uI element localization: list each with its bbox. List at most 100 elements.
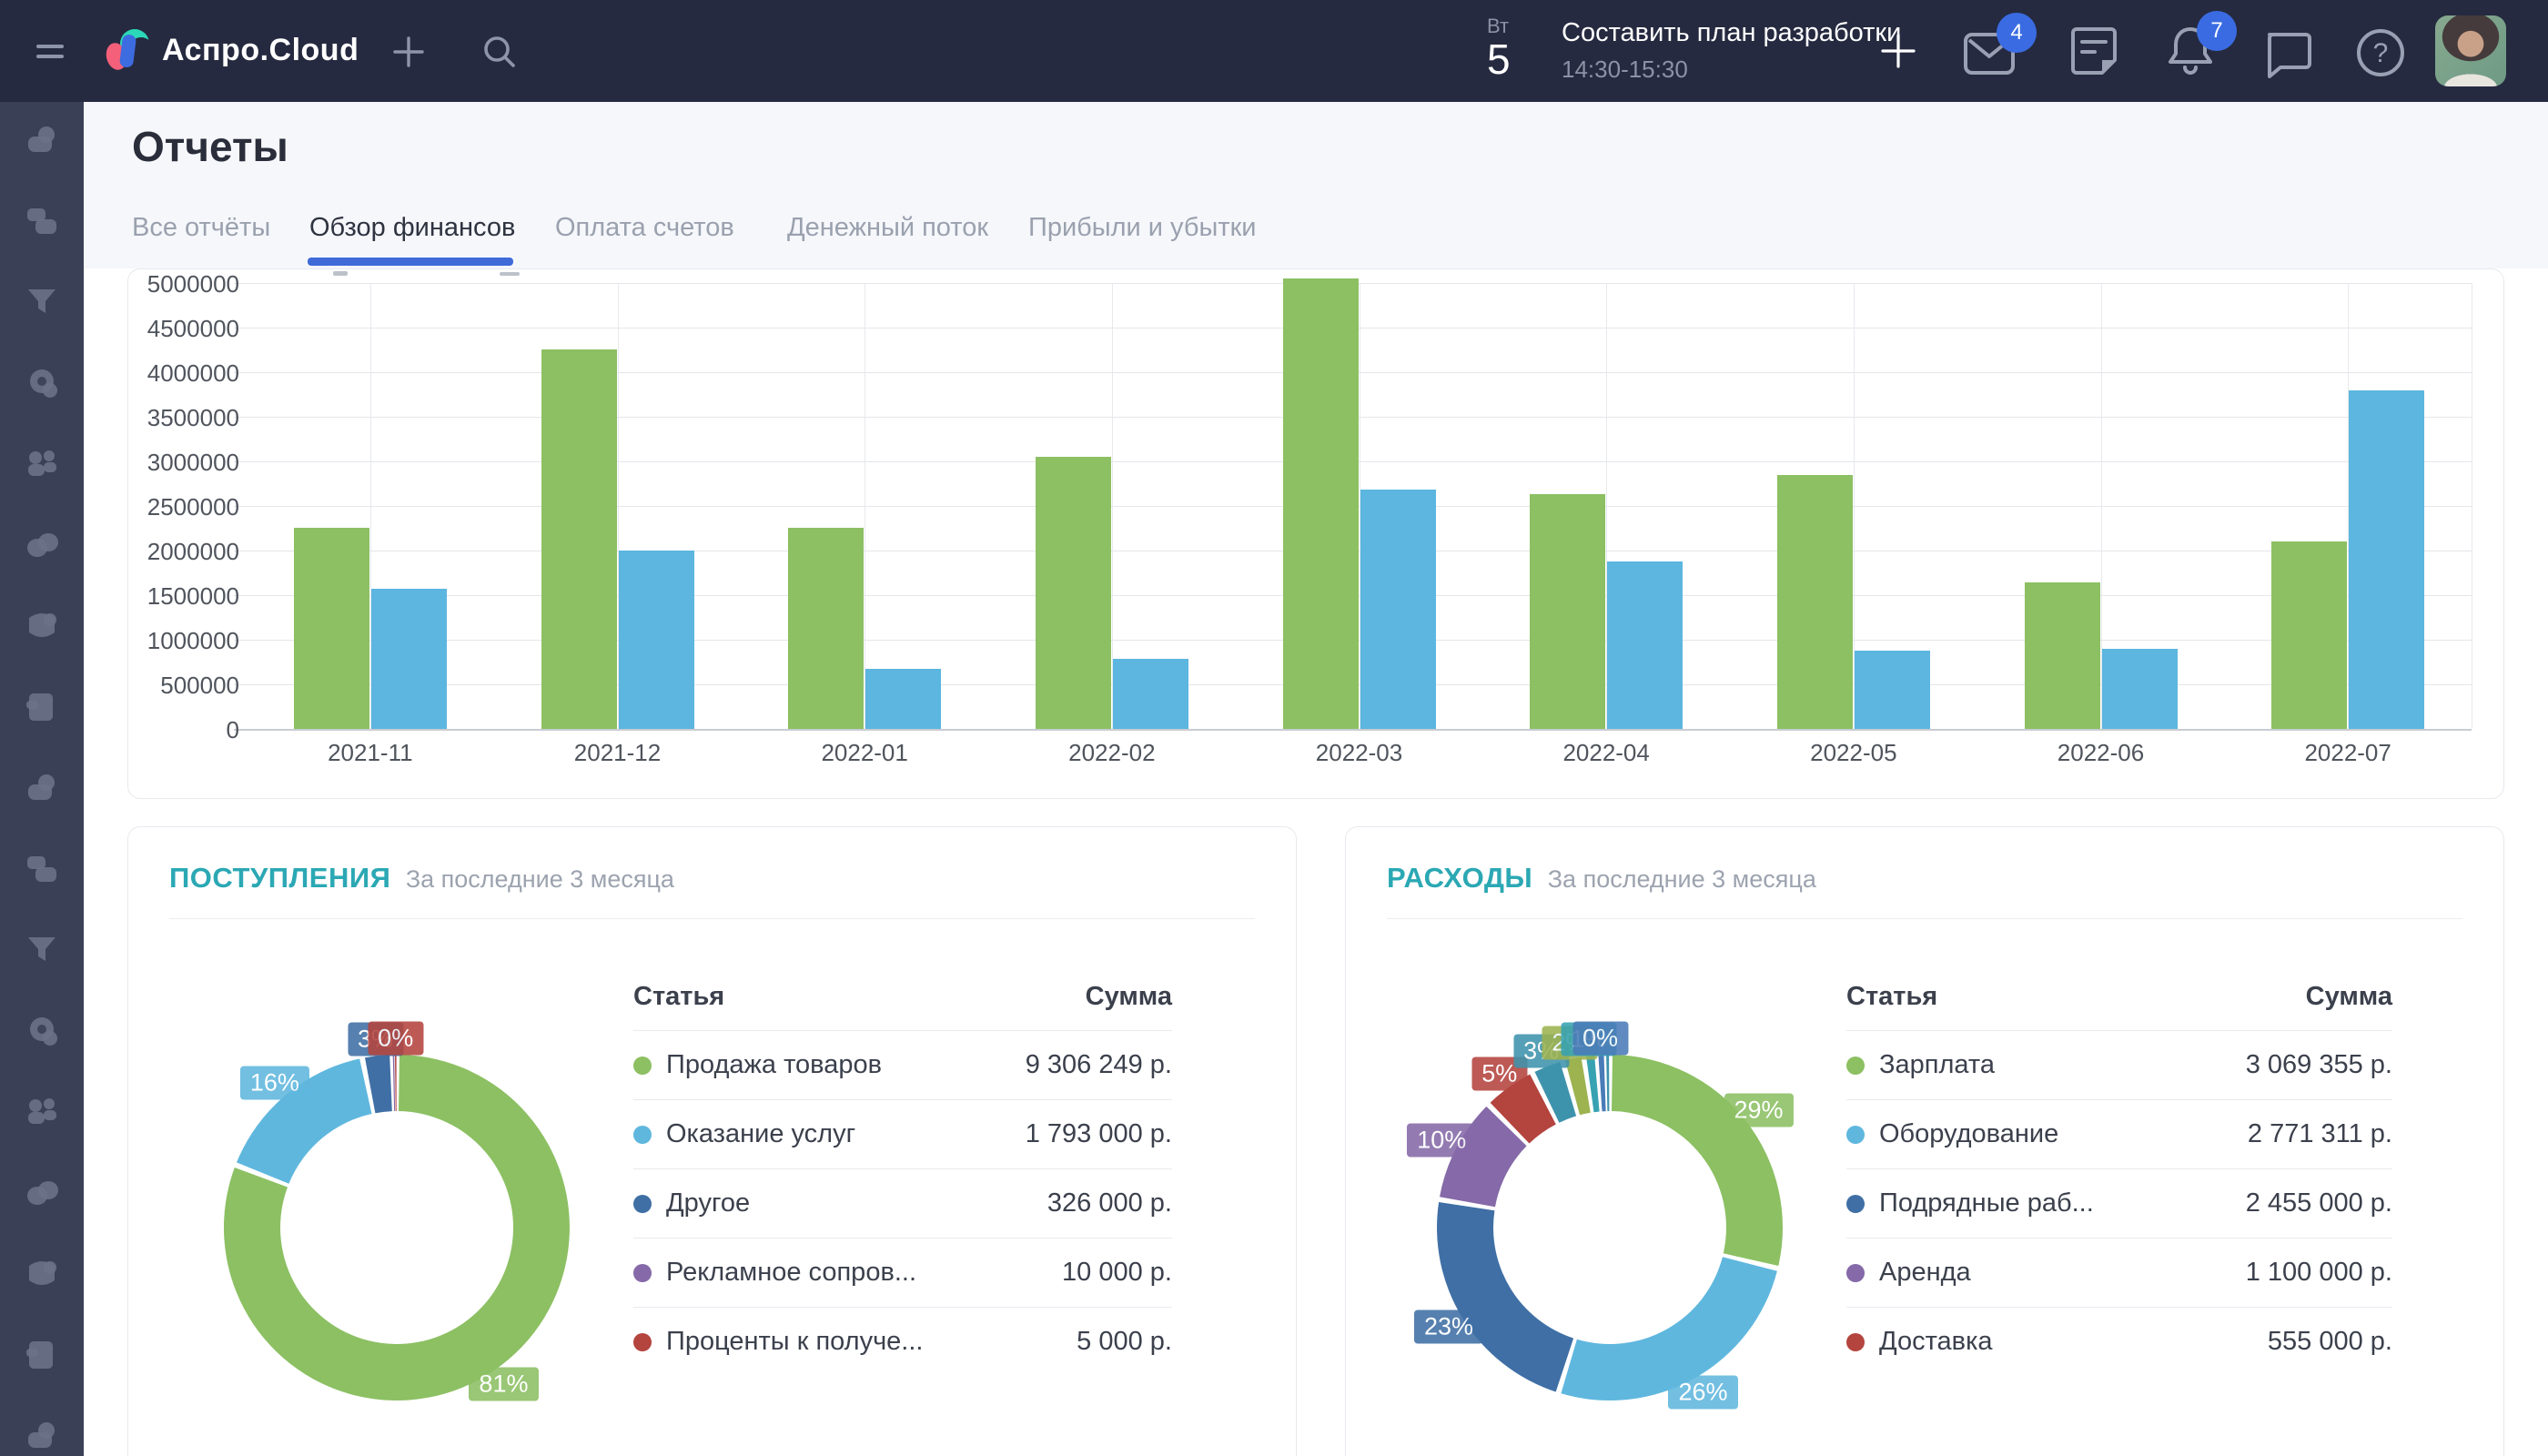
create-icon[interactable] [391, 35, 426, 74]
tab-finance-overview[interactable]: Обзор финансов [309, 213, 515, 243]
search-icon[interactable] [480, 33, 519, 76]
brand-name[interactable]: Аспро.Cloud [162, 33, 359, 68]
add-event-icon[interactable] [1878, 31, 1918, 76]
receipts-donut-chart: 81%16%3%0% [197, 1027, 597, 1428]
bar-green-2021-11 [294, 528, 369, 729]
donut-slice-4[interactable] [395, 1055, 397, 1111]
receipts-card: ПОСТУПЛЕНИЯ За последние 3 месяца 81% 16%… [127, 826, 1297, 1456]
bar-blue-2022-02 [1113, 659, 1188, 729]
active-tab-underline [308, 258, 513, 266]
help-icon[interactable]: ? [2355, 27, 2406, 83]
donut-slice-0[interactable] [1612, 1055, 1783, 1266]
legend-dot-icon [633, 1126, 652, 1144]
divider [169, 918, 1255, 919]
tab-invoice-payment[interactable]: Оплата счетов [555, 213, 734, 243]
sidebar-icon-16[interactable] [22, 1336, 62, 1376]
sidebar-icon-3[interactable] [22, 283, 62, 323]
sidebar-icon-4[interactable] [22, 364, 62, 404]
legend-dot-icon [633, 1195, 652, 1213]
bar-blue-2022-07 [2349, 390, 2424, 729]
bar-blue-2022-05 [1855, 651, 1930, 729]
sidebar-icon-15[interactable] [22, 1255, 62, 1295]
column-header-item: Статья [633, 982, 724, 1012]
sidebar-icon-13[interactable] [22, 1093, 62, 1133]
x-axis-label: 2022-01 [764, 739, 965, 767]
donut-slice-2[interactable] [1437, 1202, 1573, 1392]
mail-icon[interactable]: 4 [1962, 25, 2017, 81]
receipts-subtitle: За последние 3 месяца [406, 865, 674, 893]
x-axis-label: 2021-11 [270, 739, 470, 767]
table-row[interactable]: Рекламное сопров...10 000 р. [633, 1238, 1172, 1307]
donut-percent-label: 81% [469, 1367, 538, 1400]
sidebar-icon-7[interactable] [22, 607, 62, 647]
calendar-date[interactable]: Вт 5 [1487, 15, 1511, 80]
tab-cash-flow[interactable]: Денежный поток [787, 213, 988, 243]
y-axis-tick-label: 2500000 [130, 493, 239, 521]
y-axis-tick-label: 0 [130, 716, 239, 744]
user-avatar[interactable] [2435, 15, 2506, 86]
bar-blue-2022-03 [1360, 490, 1436, 729]
y-axis-tick-label: 4500000 [130, 315, 239, 343]
table-row[interactable]: Оказание услуг1 793 000 р. [633, 1099, 1172, 1168]
calendar-event[interactable]: Составить план разработки 14:30-15:30 [1562, 18, 1901, 84]
event-time: 14:30-15:30 [1562, 56, 1901, 84]
event-title: Составить план разработки [1562, 18, 1901, 48]
brand-logo-icon[interactable] [102, 25, 153, 81]
receipts-title: ПОСТУПЛЕНИЯ [169, 862, 390, 894]
donut-percent-label: 29% [1724, 1094, 1794, 1127]
mail-badge: 4 [1997, 13, 2037, 53]
sidebar-icon-8[interactable] [22, 688, 62, 728]
legend-dot-icon [1846, 1264, 1865, 1282]
donut-slice-3[interactable] [393, 1055, 395, 1111]
tab-all-reports[interactable]: Все отчёты [132, 213, 270, 243]
donut-percent-label: 16% [240, 1066, 309, 1099]
page-header: Отчеты Все отчёты Обзор финансов Оплата … [84, 102, 2548, 268]
sidebar-icon-14[interactable] [22, 1174, 62, 1214]
sidebar-icon-11[interactable] [22, 931, 62, 971]
chat-icon[interactable] [2262, 27, 2313, 83]
sidebar-icon-5[interactable] [22, 445, 62, 485]
table-row[interactable]: Оборудование2 771 311 р. [1846, 1099, 2392, 1168]
note-icon[interactable] [2069, 24, 2118, 83]
sidebar-icon-2[interactable] [22, 202, 62, 242]
table-row[interactable]: Другое326 000 р. [633, 1168, 1172, 1238]
row-label: Проценты к получе... [666, 1327, 1077, 1357]
sidebar-icon-1[interactable] [22, 121, 62, 161]
vertical-gridline [864, 283, 865, 729]
sidebar-icon-17[interactable] [22, 1417, 62, 1456]
bar-green-2022-04 [1530, 494, 1605, 729]
donut-slice-8[interactable] [1598, 1055, 1605, 1111]
bar-blue-2021-12 [619, 551, 694, 729]
table-row[interactable]: Проценты к получе...5 000 р. [633, 1307, 1172, 1376]
row-value: 9 306 249 р. [1026, 1050, 1172, 1080]
bar-green-2022-01 [788, 528, 864, 729]
table-row[interactable]: Зарплата3 069 355 р. [1846, 1030, 2392, 1099]
tab-profit-loss[interactable]: Прибыли и убытки [1028, 213, 1257, 243]
legend-dot-icon [1846, 1057, 1865, 1075]
column-header-item: Статья [1846, 982, 1937, 1012]
row-value: 1 793 000 р. [1026, 1119, 1172, 1149]
table-row[interactable]: Доставка555 000 р. [1846, 1307, 2392, 1376]
hamburger-menu-icon[interactable] [36, 38, 64, 65]
expenses-donut-chart: 29%26%23%10%5%3%2%1%0% [1410, 1027, 1810, 1428]
bell-icon[interactable]: 7 [2164, 22, 2217, 83]
bar-green-2022-02 [1036, 457, 1111, 729]
x-axis-label: 2022-05 [1754, 739, 1954, 767]
page-title: Отчеты [132, 122, 288, 171]
sidebar-icon-6[interactable] [22, 526, 62, 566]
row-value: 326 000 р. [1047, 1188, 1172, 1218]
table-row[interactable]: Продажа товаров9 306 249 р. [633, 1030, 1172, 1099]
table-row[interactable]: Подрядные раб...2 455 000 р. [1846, 1168, 2392, 1238]
bar-green-2022-06 [2025, 582, 2100, 729]
table-row[interactable]: Аренда1 100 000 р. [1846, 1238, 2392, 1307]
sidebar-icon-12[interactable] [22, 1012, 62, 1052]
sidebar-icon-10[interactable] [22, 850, 62, 890]
donut-slice-9[interactable] [1606, 1055, 1609, 1111]
sidebar-icon-9[interactable] [22, 769, 62, 809]
bar-green-2022-03 [1283, 278, 1359, 729]
row-label: Другое [666, 1188, 1047, 1218]
x-axis-label: 2022-06 [2001, 739, 2201, 767]
expenses-card: РАСХОДЫ За последние 3 месяца 29%26%23%1… [1345, 826, 2504, 1456]
bar-green-2022-05 [1777, 475, 1853, 729]
bar-blue-2022-01 [865, 669, 941, 729]
